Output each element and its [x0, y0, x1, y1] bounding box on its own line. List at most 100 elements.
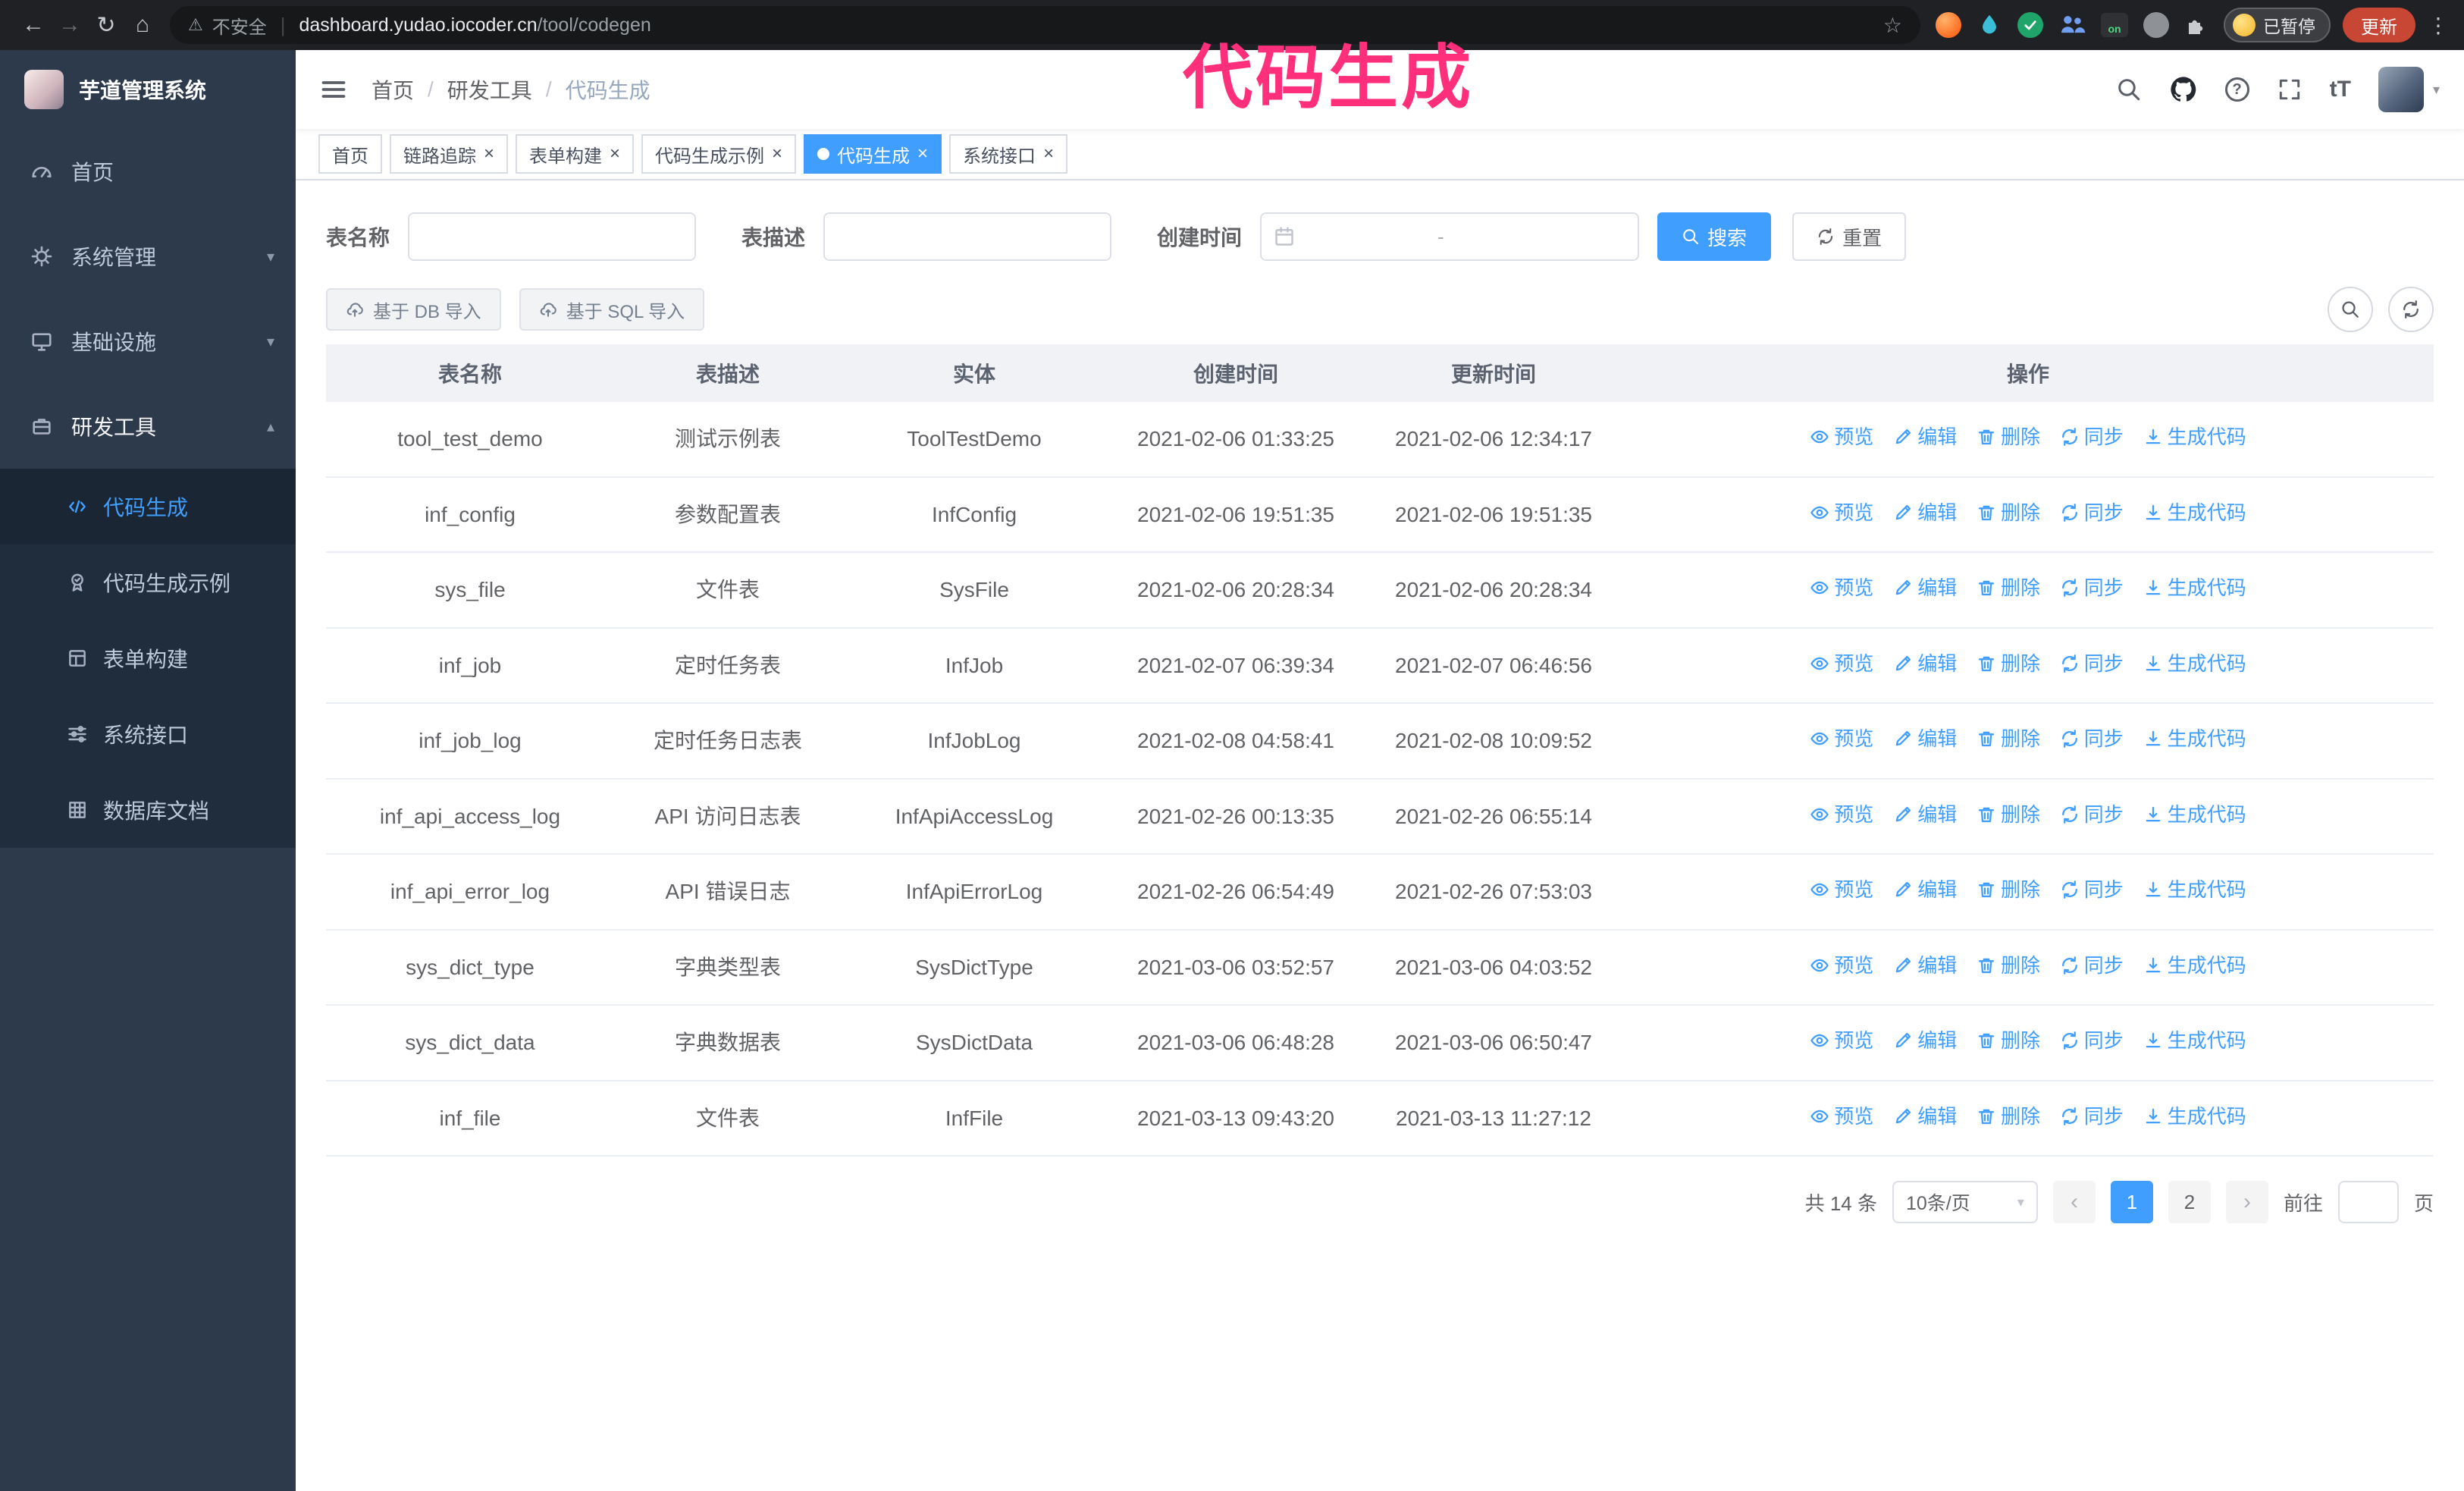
delete-link[interactable]: 删除: [1977, 498, 2040, 528]
hamburger-icon[interactable]: [320, 76, 347, 103]
breadcrumb-devtools[interactable]: 研发工具: [447, 74, 532, 105]
sync-link[interactable]: 同步: [2060, 1025, 2124, 1056]
table-desc-input[interactable]: [823, 212, 1112, 261]
tab-codegen-demo[interactable]: 代码生成示例 ×: [641, 134, 797, 174]
home-icon[interactable]: ⌂: [124, 12, 161, 38]
sidebar-item-infra[interactable]: 基础设施 ▾: [0, 299, 296, 384]
goto-page-input[interactable]: [2337, 1181, 2399, 1224]
delete-link[interactable]: 删除: [1977, 950, 2040, 981]
preview-link[interactable]: 预览: [1810, 874, 1873, 905]
extension-icon[interactable]: [2017, 12, 2043, 38]
prev-page-button[interactable]: ‹: [2052, 1181, 2096, 1224]
sync-link[interactable]: 同步: [2060, 1101, 2124, 1132]
sidebar-item-devtools[interactable]: 研发工具 ▴: [0, 384, 296, 469]
edit-link[interactable]: 编辑: [1893, 950, 1957, 981]
generate-code-link[interactable]: 生成代码: [2143, 422, 2246, 452]
generate-code-link[interactable]: 生成代码: [2143, 498, 2246, 528]
preview-link[interactable]: 预览: [1810, 1101, 1873, 1132]
preview-link[interactable]: 预览: [1810, 422, 1873, 452]
start-date-input[interactable]: [1301, 224, 1432, 249]
reload-icon[interactable]: ↻: [88, 12, 124, 39]
forward-icon[interactable]: →: [52, 12, 88, 38]
sidebar-item-db-doc[interactable]: 数据库文档: [0, 772, 296, 848]
profile-paused-badge[interactable]: 已暂停: [2224, 8, 2331, 42]
end-date-input[interactable]: [1450, 224, 1581, 249]
edit-link[interactable]: 编辑: [1893, 1025, 1957, 1056]
github-icon[interactable]: [2169, 75, 2198, 104]
import-sql-button[interactable]: 基于 SQL 导入: [519, 288, 705, 331]
preview-link[interactable]: 预览: [1810, 950, 1873, 981]
sidebar-item-codegen[interactable]: 代码生成: [0, 469, 296, 545]
delete-link[interactable]: 删除: [1977, 422, 2040, 452]
tab-form-builder[interactable]: 表单构建 ×: [516, 134, 635, 174]
close-tab-icon[interactable]: ×: [917, 145, 928, 163]
reset-button[interactable]: 重置: [1792, 212, 1907, 261]
delete-link[interactable]: 删除: [1977, 1101, 2040, 1132]
tab-api[interactable]: 系统接口 ×: [949, 134, 1068, 174]
edit-link[interactable]: 编辑: [1893, 498, 1957, 528]
sync-link[interactable]: 同步: [2060, 724, 2124, 754]
sidebar-item-home[interactable]: 首页: [0, 129, 296, 214]
page-button-1[interactable]: 1: [2110, 1181, 2153, 1224]
delete-link[interactable]: 删除: [1977, 724, 2040, 754]
generate-code-link[interactable]: 生成代码: [2143, 799, 2246, 830]
generate-code-link[interactable]: 生成代码: [2143, 1101, 2246, 1132]
sync-link[interactable]: 同步: [2060, 799, 2124, 830]
preview-link[interactable]: 预览: [1810, 498, 1873, 528]
extension-icon[interactable]: [2058, 11, 2086, 39]
delete-link[interactable]: 删除: [1977, 874, 2040, 905]
extension-icon[interactable]: [2143, 12, 2169, 38]
generate-code-link[interactable]: 生成代码: [2143, 573, 2246, 603]
preview-link[interactable]: 预览: [1810, 1025, 1873, 1056]
generate-code-link[interactable]: 生成代码: [2143, 648, 2246, 679]
generate-code-link[interactable]: 生成代码: [2143, 874, 2246, 905]
edit-link[interactable]: 编辑: [1893, 573, 1957, 603]
sync-link[interactable]: 同步: [2060, 422, 2124, 452]
font-size-icon[interactable]: tT: [2330, 77, 2351, 102]
generate-code-link[interactable]: 生成代码: [2143, 1025, 2246, 1056]
generate-code-link[interactable]: 生成代码: [2143, 950, 2246, 981]
delete-link[interactable]: 删除: [1977, 1025, 2040, 1056]
sidebar-item-form-builder[interactable]: 表单构建: [0, 620, 296, 696]
preview-link[interactable]: 预览: [1810, 573, 1873, 603]
edit-link[interactable]: 编辑: [1893, 422, 1957, 452]
close-tab-icon[interactable]: ×: [610, 145, 620, 163]
next-page-button[interactable]: ›: [2225, 1181, 2268, 1224]
sidebar-item-api[interactable]: 系统接口: [0, 696, 296, 772]
extension-icon[interactable]: [1936, 12, 1961, 38]
delete-link[interactable]: 删除: [1977, 799, 2040, 830]
search-button[interactable]: 搜索: [1657, 212, 1772, 261]
sidebar-item-codegen-demo[interactable]: 代码生成示例: [0, 545, 296, 620]
user-menu[interactable]: ▾: [2378, 67, 2440, 112]
sync-link[interactable]: 同步: [2060, 874, 2124, 905]
search-icon[interactable]: [2116, 77, 2142, 102]
edit-link[interactable]: 编辑: [1893, 799, 1957, 830]
generate-code-link[interactable]: 生成代码: [2143, 724, 2246, 754]
sync-link[interactable]: 同步: [2060, 498, 2124, 528]
edit-link[interactable]: 编辑: [1893, 648, 1957, 679]
import-db-button[interactable]: 基于 DB 导入: [326, 288, 501, 331]
close-tab-icon[interactable]: ×: [484, 145, 494, 163]
extensions-puzzle-icon[interactable]: [2184, 13, 2209, 37]
toggle-search-button[interactable]: [2328, 287, 2373, 332]
edit-link[interactable]: 编辑: [1893, 1101, 1957, 1132]
preview-link[interactable]: 预览: [1810, 799, 1873, 830]
preview-link[interactable]: 预览: [1810, 648, 1873, 679]
breadcrumb-home[interactable]: 首页: [371, 74, 414, 105]
tab-codegen[interactable]: 代码生成 ×: [804, 134, 942, 174]
sidebar-item-system[interactable]: 系统管理 ▾: [0, 214, 296, 299]
close-tab-icon[interactable]: ×: [772, 145, 782, 163]
bookmark-star-icon[interactable]: ☆: [1883, 13, 1902, 38]
extension-icon[interactable]: [1977, 12, 2002, 38]
table-name-input[interactable]: [408, 212, 697, 261]
delete-link[interactable]: 删除: [1977, 573, 2040, 603]
browser-menu-icon[interactable]: ⋮: [2428, 13, 2449, 38]
page-button-2[interactable]: 2: [2168, 1181, 2211, 1224]
sync-link[interactable]: 同步: [2060, 950, 2124, 981]
help-icon[interactable]: ?: [2224, 77, 2249, 102]
sync-link[interactable]: 同步: [2060, 573, 2124, 603]
tab-tracer[interactable]: 链路追踪 ×: [390, 134, 509, 174]
sync-link[interactable]: 同步: [2060, 648, 2124, 679]
date-range-picker[interactable]: -: [1260, 212, 1640, 261]
fullscreen-icon[interactable]: [2277, 77, 2303, 102]
